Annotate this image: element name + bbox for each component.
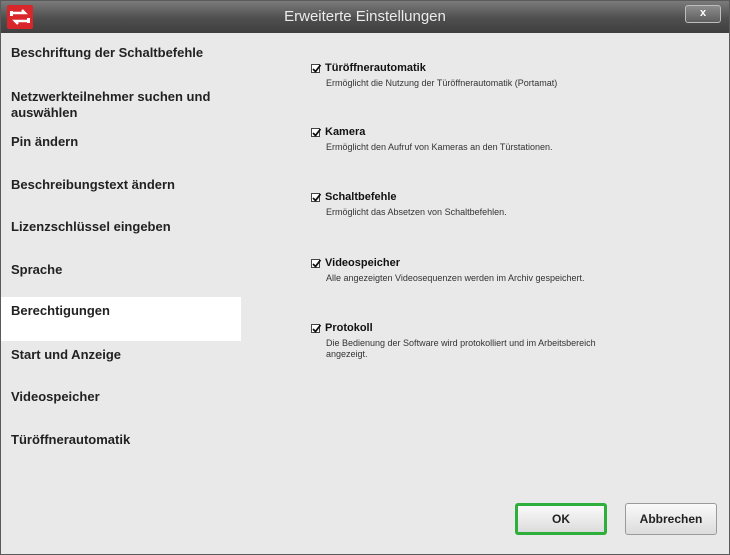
nav-item-lizenzschluessel[interactable]: Lizenzschlüssel eingeben: [1, 219, 241, 235]
title-bar[interactable]: Erweiterte Einstellungen x: [1, 1, 729, 33]
permissions-panel: Türöffnerautomatik Ermöglicht die Nutzun…: [241, 33, 729, 554]
kamera-checkbox[interactable]: [311, 127, 322, 137]
settings-nav: Beschriftung der Schaltbefehle Netzwerkt…: [1, 33, 241, 554]
permission-title: Schaltbefehle: [325, 191, 397, 203]
nav-item-netzwerkteilnehmer[interactable]: Netzwerkteilnehmer suchen und auswählen: [1, 89, 241, 121]
nav-item-start-anzeige[interactable]: Start und Anzeige: [1, 347, 241, 363]
settings-dialog: Erweiterte Einstellungen x Beschriftung …: [0, 0, 730, 555]
close-button[interactable]: x: [685, 5, 721, 23]
window-title: Erweiterte Einstellungen: [284, 8, 446, 25]
permission-kamera: Kamera Ermöglicht den Aufruf von Kameras…: [311, 124, 601, 153]
permission-description: Ermöglicht den Aufruf von Kameras an den…: [326, 142, 553, 152]
nav-item-beschreibungstext[interactable]: Beschreibungstext ändern: [1, 177, 241, 193]
schaltbefehle-checkbox[interactable]: [311, 192, 322, 202]
permission-title: Türöffnerautomatik: [325, 62, 426, 74]
nav-item-pin[interactable]: Pin ändern: [1, 134, 241, 150]
nav-item-berechtigungen[interactable]: Berechtigungen: [1, 297, 241, 341]
protokoll-checkbox[interactable]: [311, 323, 322, 333]
permission-schaltbefehle: Schaltbefehle Ermöglicht das Absetzen vo…: [311, 189, 601, 218]
ok-button[interactable]: OK: [515, 503, 607, 535]
close-icon: x: [699, 7, 707, 19]
cancel-button[interactable]: Abbrechen: [625, 503, 717, 535]
tueroeffnerautomatik-checkbox[interactable]: [311, 63, 322, 73]
videospeicher-checkbox[interactable]: [311, 258, 322, 268]
nav-item-videospeicher[interactable]: Videospeicher: [1, 389, 241, 405]
permission-description: Die Bedienung der Software wird protokol…: [326, 338, 596, 359]
nav-item-tueroeffnerautomatik[interactable]: Türöffnerautomatik: [1, 432, 241, 448]
nav-item-beschriftung[interactable]: Beschriftung der Schaltbefehle: [1, 45, 241, 61]
permission-tueroeffnerautomatik: Türöffnerautomatik Ermöglicht die Nutzun…: [311, 60, 601, 89]
permission-description: Ermöglicht die Nutzung der Türöffnerauto…: [326, 78, 558, 88]
permission-title: Kamera: [325, 126, 366, 138]
permission-description: Alle angezeigten Videosequenzen werden i…: [326, 273, 585, 283]
permission-title: Protokoll: [325, 322, 373, 334]
permission-videospeicher: Videospeicher Alle angezeigten Videosequ…: [311, 255, 601, 284]
permission-description: Ermöglicht das Absetzen von Schaltbefehl…: [326, 207, 507, 217]
permission-protokoll: Protokoll Die Bedienung der Software wir…: [311, 320, 601, 360]
permission-title: Videospeicher: [325, 257, 400, 269]
nav-item-sprache[interactable]: Sprache: [1, 262, 241, 278]
